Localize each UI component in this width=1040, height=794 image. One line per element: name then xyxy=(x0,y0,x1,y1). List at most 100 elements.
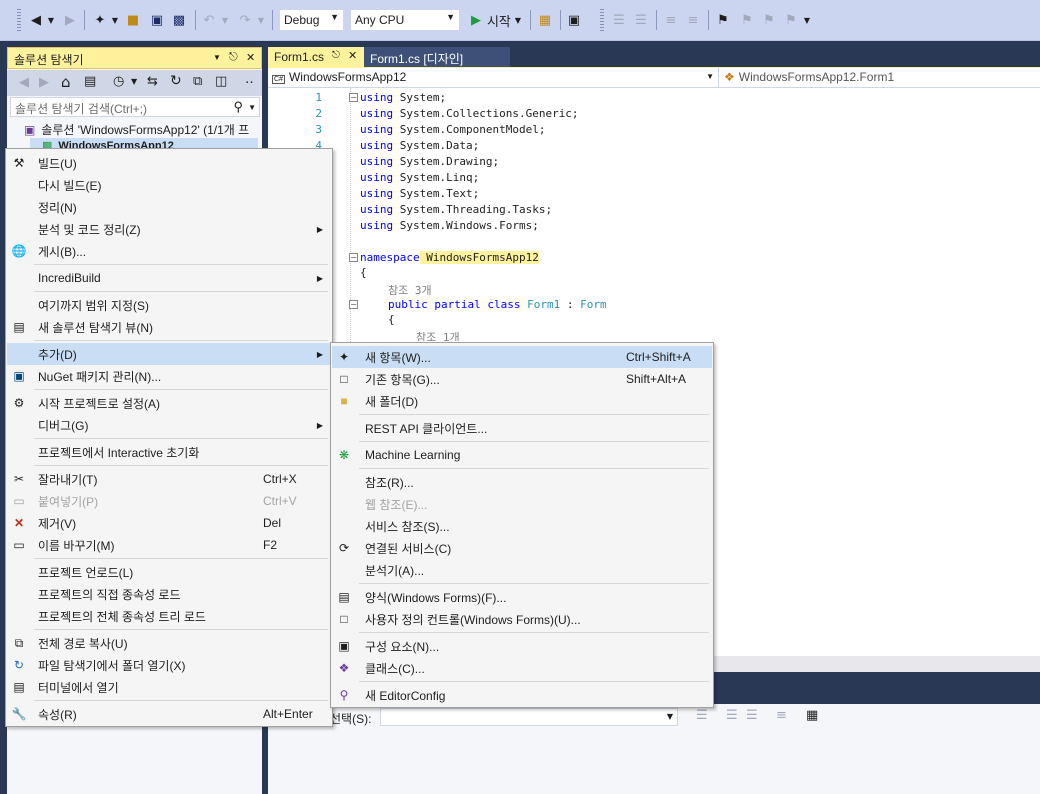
menu-item-debug[interactable]: 디버그(G) ▶ xyxy=(7,414,331,436)
collapse-icon[interactable]: − xyxy=(349,93,358,102)
menu-item-new-explorer-view[interactable]: ▤ 새 솔루션 탐색기 뷰(N) xyxy=(7,316,331,338)
menu-item-nuget[interactable]: ▣ NuGet 패키지 관리(N)... xyxy=(7,365,331,387)
menu-item-open-folder[interactable]: ↻ 파일 탐색기에서 폴더 열기(X) xyxy=(7,654,331,676)
uncomment-icon[interactable]: ≡ xyxy=(684,9,702,31)
menu-item-class[interactable]: ❖ 클래스(C)... xyxy=(332,657,712,679)
menu-item-remove[interactable]: ✕ 제거(V) Del xyxy=(7,512,331,534)
menu-item-new-folder[interactable]: ■ 새 폴더(D) xyxy=(332,390,712,412)
align-icon[interactable]: ☰ xyxy=(696,708,708,723)
prev-bookmark-icon[interactable]: ⚑ xyxy=(738,9,756,31)
pending-changes-icon[interactable]: ◷ xyxy=(113,74,124,89)
codelens-references[interactable]: 참조 3개 xyxy=(388,282,432,298)
comment-icon[interactable]: ≡ xyxy=(662,9,680,31)
menu-item-editorconfig[interactable]: ⚲ 새 EditorConfig xyxy=(332,684,712,706)
menu-item-cut[interactable]: ✂ 잘라내기(T) Ctrl+X xyxy=(7,468,331,490)
project-nav-dropdown[interactable]: C# WindowsFormsApp12 ▼ xyxy=(272,70,716,87)
sync-icon[interactable]: ⇆ xyxy=(147,74,158,89)
configuration-dropdown[interactable]: Debug ▼ xyxy=(279,9,344,31)
close-icon[interactable]: ✕ xyxy=(246,51,255,64)
menu-item-open-terminal[interactable]: ▤ 터미널에서 열기 xyxy=(7,676,331,698)
menu-item-properties[interactable]: 🔧 속성(R) Alt+Enter xyxy=(7,703,331,725)
menu-item-service-reference[interactable]: 서비스 참조(S)... xyxy=(332,515,712,537)
menu-item-rest-api[interactable]: REST API 클라이언트... xyxy=(332,417,712,439)
menu-item-web-reference[interactable]: 웹 참조(E)... xyxy=(332,493,712,515)
save-all-icon[interactable]: ▩ xyxy=(170,9,188,31)
menu-item-load-direct-deps[interactable]: 프로젝트의 직접 종속성 로드 xyxy=(7,583,331,605)
list-icon[interactable]: ≡ xyxy=(776,708,787,723)
chevron-down-icon[interactable]: ▼ xyxy=(131,77,137,86)
align-center-icon[interactable]: ☰ xyxy=(632,9,650,31)
next-bookmark-icon[interactable]: ⚑ xyxy=(760,9,778,31)
collapse-icon[interactable]: − xyxy=(349,300,358,309)
menu-item-incredibuild[interactable]: IncrediBuild ▶ xyxy=(7,267,331,289)
toolbar-grip[interactable] xyxy=(600,9,604,31)
menu-item-component[interactable]: ▣ 구성 요소(N)... xyxy=(332,635,712,657)
tab-form1-cs[interactable]: Form1.cs ⎋ ✕ xyxy=(268,47,364,67)
menu-item-copy-path[interactable]: ⧉ 전체 경로 복사(U) xyxy=(7,632,331,654)
menu-item-user-control[interactable]: □ 사용자 정의 컨트롤(Windows Forms)(U)... xyxy=(332,608,712,630)
platform-dropdown[interactable]: Any CPU ▼ xyxy=(350,9,460,31)
redo-dropdown-icon[interactable]: ▼ xyxy=(256,9,266,31)
select-dropdown[interactable]: ▼ xyxy=(380,708,678,726)
undo-icon[interactable]: ↶ xyxy=(200,9,218,31)
undo-dropdown-icon[interactable]: ▼ xyxy=(220,9,230,31)
new-dropdown-icon[interactable]: ▼ xyxy=(110,9,120,31)
tab-form1-designer[interactable]: Form1.cs [디자인] xyxy=(364,47,510,67)
menu-item-rename[interactable]: ▭ 이름 바꾸기(M) F2 xyxy=(7,534,331,556)
toolbar-grip[interactable] xyxy=(17,9,21,31)
start-button[interactable]: ▶ 시작 ▼ xyxy=(466,9,526,31)
menu-item-reference[interactable]: 참조(R)... xyxy=(332,471,712,493)
screenshot-icon[interactable]: ▣ xyxy=(565,9,583,31)
chevron-down-icon[interactable]: ▼ xyxy=(248,103,256,112)
open-file-icon[interactable]: ■ xyxy=(124,9,142,31)
menu-item-set-startup[interactable]: ⚙ 시작 프로젝트로 설정(A) xyxy=(7,392,331,414)
save-icon[interactable]: ▣ xyxy=(148,9,166,31)
refresh-icon[interactable]: ↻ xyxy=(170,73,182,89)
outdent-icon[interactable]: ☰ xyxy=(726,708,738,723)
hierarchy-icon[interactable]: ▦ xyxy=(806,708,818,723)
back-icon[interactable]: ◀ xyxy=(19,75,29,90)
new-project-icon[interactable]: ✦ xyxy=(91,9,109,31)
show-all-files-icon[interactable]: ◫ xyxy=(215,74,227,89)
menu-item-windows-form[interactable]: ▤ 양식(Windows Forms)(F)... xyxy=(332,586,712,608)
menu-item-build[interactable]: ⚒ 빌드(U) xyxy=(7,152,331,174)
pin-icon[interactable]: ⎋ xyxy=(229,51,238,64)
menu-item-publish[interactable]: 🌐 게시(B)... xyxy=(7,240,331,262)
switch-views-icon[interactable]: ▤ xyxy=(84,74,96,89)
menu-item-scope-to-this[interactable]: 여기까지 범위 지정(S) xyxy=(7,294,331,316)
bookmark-icon[interactable]: ⚑ xyxy=(714,9,732,31)
menu-item-interactive[interactable]: 프로젝트에서 Interactive 초기화 xyxy=(7,441,331,463)
collapse-icon[interactable]: − xyxy=(349,253,358,262)
menu-item-connected-service[interactable]: ⟳ 연결된 서비스(C) xyxy=(332,537,712,559)
menu-item-machine-learning[interactable]: ❋ Machine Learning xyxy=(332,444,712,466)
more-tools-icon[interactable]: ‥ xyxy=(245,72,254,87)
menu-item-rebuild[interactable]: 다시 빌드(E) xyxy=(7,174,331,196)
indent-icon[interactable]: ☰ xyxy=(746,708,758,723)
solution-search-input[interactable]: 솔루션 탐색기 검색(Ctrl+;) ⚲ ▼ xyxy=(10,97,260,117)
menu-item-clean[interactable]: 정리(N) xyxy=(7,196,331,218)
menu-item-existing-item[interactable]: □ 기존 항목(G)... Shift+Alt+A xyxy=(332,368,712,390)
solution-tree-item[interactable]: ▣ 솔루션 'WindowsFormsApp12' (1/1개 프 xyxy=(24,121,249,138)
find-in-files-icon[interactable]: ▦ xyxy=(536,9,554,31)
toolbar-overflow-icon[interactable]: ▼ xyxy=(802,9,812,31)
menu-item-load-all-deps[interactable]: 프로젝트의 전체 종속성 트리 로드 xyxy=(7,605,331,627)
collapse-all-icon[interactable]: ⧉ xyxy=(193,74,202,89)
menu-item-new-item[interactable]: ✦ 새 항목(W)... Ctrl+Shift+A xyxy=(332,346,712,368)
home-icon[interactable]: ⌂ xyxy=(61,73,71,91)
redo-icon[interactable]: ↷ xyxy=(236,9,254,31)
align-left-icon[interactable]: ☰ xyxy=(610,9,628,31)
menu-item-unload[interactable]: 프로젝트 언로드(L) xyxy=(7,561,331,583)
menu-item-analyze[interactable]: 분석 및 코드 정리(Z) ▶ xyxy=(7,218,331,240)
menu-item-add[interactable]: 추가(D) ▶ xyxy=(7,343,331,365)
pin-icon[interactable]: ⎋ xyxy=(332,50,340,61)
forward-icon[interactable]: ▶ xyxy=(39,75,49,90)
close-icon[interactable]: ✕ xyxy=(348,49,357,62)
back-dropdown-icon[interactable]: ▼ xyxy=(46,9,56,31)
window-menu-icon[interactable]: ▼ xyxy=(213,53,221,62)
clear-bookmarks-icon[interactable]: ⚑ xyxy=(782,9,800,31)
back-icon[interactable]: ◀ xyxy=(27,9,45,31)
solution-explorer-title-bar[interactable]: 솔루션 탐색기 ▼ ⎋ ✕ xyxy=(7,47,262,69)
codelens-references[interactable]: 참조 1개 xyxy=(416,329,460,341)
menu-item-paste[interactable]: ▭ 붙여넣기(P) Ctrl+V xyxy=(7,490,331,512)
forward-icon[interactable]: ▶ xyxy=(61,9,79,31)
